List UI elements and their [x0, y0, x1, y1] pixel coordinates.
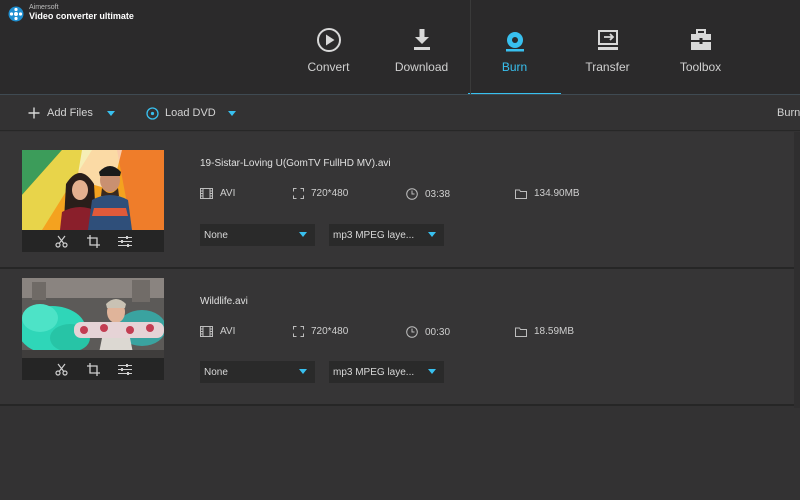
brand: Aimersoft Video converter ultimate	[8, 4, 134, 22]
tab-download-label: Download	[394, 60, 449, 74]
video-thumbnail[interactable]	[22, 278, 164, 358]
list-item[interactable]: 19-Sistar-Loving U(GomTV FullHD MV).avi …	[0, 132, 800, 269]
clock-icon	[406, 188, 418, 200]
tab-transfer[interactable]: Transfer	[561, 0, 654, 95]
thumbnail-image	[22, 150, 164, 230]
file-format: AVI	[220, 188, 236, 199]
play-circle-icon	[315, 26, 343, 54]
audio-value: mp3 MPEG laye...	[333, 366, 415, 378]
format-info: AVI	[200, 326, 235, 337]
resolution-icon	[293, 188, 304, 199]
resolution-info: 720*480	[293, 188, 348, 199]
duration-info: 00:30	[406, 326, 450, 338]
duration-info: 03:38	[406, 188, 450, 200]
thumbnail-tools	[22, 358, 164, 380]
trim-scissors-icon[interactable]	[54, 234, 68, 248]
tab-burn-label: Burn	[501, 60, 528, 74]
clock-icon	[406, 326, 418, 338]
file-resolution: 720*480	[311, 188, 349, 199]
app-logo-icon	[8, 6, 24, 22]
dropdown-arrow-icon	[299, 232, 307, 237]
dropdown-arrow-icon	[428, 232, 436, 237]
tab-download[interactable]: Download	[375, 0, 468, 95]
top-header: Aimersoft Video converter ultimate Conve…	[0, 0, 800, 95]
thumbnail-panel	[22, 150, 167, 252]
crop-icon[interactable]	[86, 234, 100, 248]
audio-select[interactable]: mp3 MPEG laye...	[329, 224, 444, 246]
file-resolution: 720*480	[311, 326, 349, 337]
subtitle-value: None	[204, 229, 228, 241]
crop-icon[interactable]	[86, 362, 100, 376]
folder-icon	[515, 189, 527, 199]
disc-icon	[501, 26, 529, 54]
audio-select[interactable]: mp3 MPEG laye...	[329, 361, 444, 383]
toolbar: Add Files Load DVD Burn	[0, 95, 800, 131]
load-dvd-label: Load DVD	[165, 107, 216, 119]
audio-value: mp3 MPEG laye...	[333, 229, 415, 241]
add-files-button[interactable]: Add Files	[28, 95, 115, 131]
resolution-info: 720*480	[293, 326, 348, 337]
file-name: Wildlife.avi	[200, 296, 248, 307]
effects-sliders-icon[interactable]	[118, 234, 132, 248]
file-list: 19-Sistar-Loving U(GomTV FullHD MV).avi …	[0, 132, 800, 406]
dropdown-arrow-icon[interactable]	[227, 110, 236, 116]
toolbox-icon	[687, 26, 715, 54]
video-thumbnail[interactable]	[22, 150, 164, 230]
dropdown-arrow-icon	[428, 369, 436, 374]
file-duration: 03:38	[425, 188, 451, 200]
dropdown-arrow-icon[interactable]	[106, 110, 115, 116]
main-nav: Convert Download Burn Transfer Toolbox	[282, 0, 747, 95]
file-size: 18.59MB	[534, 326, 575, 337]
film-icon	[200, 188, 213, 199]
burn-to-label: Burn	[777, 107, 800, 119]
app-title: Video converter ultimate	[29, 11, 134, 21]
tab-convert-label: Convert	[307, 60, 350, 74]
file-size: 134.90MB	[534, 188, 580, 199]
effects-sliders-icon[interactable]	[118, 362, 132, 376]
list-scrollbar[interactable]	[794, 132, 800, 408]
plus-icon	[28, 107, 40, 119]
file-duration: 00:30	[425, 326, 451, 338]
tab-convert[interactable]: Convert	[282, 0, 375, 95]
film-icon	[200, 326, 213, 337]
thumbnail-image	[22, 278, 164, 358]
add-files-label: Add Files	[47, 107, 93, 119]
thumbnail-panel	[22, 278, 167, 380]
subtitle-select[interactable]: None	[200, 361, 315, 383]
download-icon	[408, 26, 436, 54]
brand-company: Aimersoft	[29, 4, 59, 11]
thumbnail-tools	[22, 230, 164, 252]
nav-divider	[470, 0, 471, 95]
size-info: 134.90MB	[515, 188, 580, 199]
tab-transfer-label: Transfer	[585, 60, 630, 74]
file-format: AVI	[220, 326, 236, 337]
folder-icon	[515, 327, 527, 337]
resolution-icon	[293, 326, 304, 337]
list-item[interactable]: Wildlife.avi AVI 720*480 00:30 18.59MB N…	[0, 269, 800, 406]
size-info: 18.59MB	[515, 326, 574, 337]
tab-toolbox-label: Toolbox	[679, 60, 722, 74]
dropdown-arrow-icon	[299, 369, 307, 374]
subtitle-value: None	[204, 366, 228, 378]
transfer-icon	[594, 26, 622, 54]
tab-toolbox[interactable]: Toolbox	[654, 0, 747, 95]
tab-burn[interactable]: Burn	[468, 0, 561, 95]
file-name: 19-Sistar-Loving U(GomTV FullHD MV).avi	[200, 158, 391, 169]
load-dvd-button[interactable]: Load DVD	[146, 95, 236, 131]
subtitle-select[interactable]: None	[200, 224, 315, 246]
trim-scissors-icon[interactable]	[54, 362, 68, 376]
format-info: AVI	[200, 188, 235, 199]
dvd-disc-icon	[146, 106, 159, 120]
